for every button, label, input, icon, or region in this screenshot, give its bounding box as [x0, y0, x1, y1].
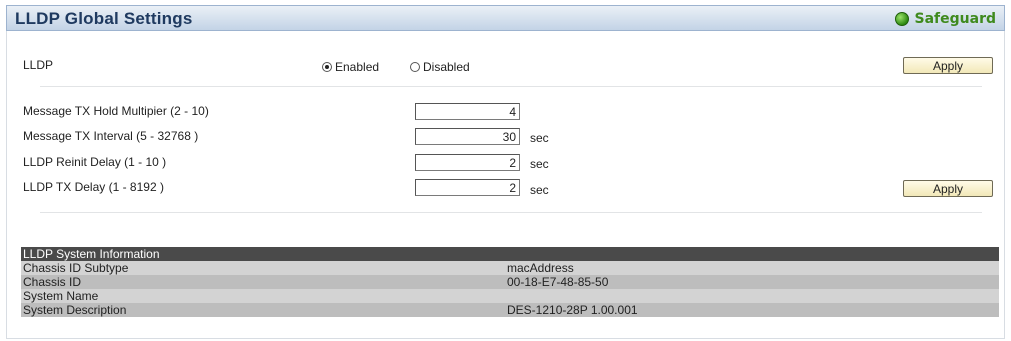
page-header: LLDP Global Settings Safeguard	[6, 5, 1005, 31]
reinit-delay-label: LLDP Reinit Delay (1 - 10 )	[23, 155, 167, 169]
page-title: LLDP Global Settings	[15, 9, 193, 28]
lldp-disabled-label: Disabled	[423, 60, 470, 74]
safeguard-label: Safeguard	[914, 11, 996, 27]
lldp-enabled-radio[interactable]: Enabled	[322, 60, 379, 74]
safeguard-indicator: Safeguard	[894, 10, 996, 28]
table-row: System Name	[21, 289, 999, 303]
lldp-enabled-label: Enabled	[335, 60, 380, 74]
tx-interval-label: Message TX Interval (5 - 32768 )	[23, 129, 199, 143]
reinit-delay-unit: sec	[530, 157, 549, 171]
system-info-table: LLDP System Information Chassis ID Subty…	[21, 247, 999, 317]
tx-hold-multiplier-label: Message TX Hold Multipier (2 - 10)	[23, 104, 209, 118]
tx-delay-label: LLDP TX Delay (1 - 8192 )	[23, 180, 164, 194]
table-cell-key: System Description	[23, 303, 127, 317]
tx-delay-input[interactable]	[415, 179, 520, 196]
tx-hold-multiplier-input[interactable]	[415, 103, 520, 120]
tx-interval-unit: sec	[530, 131, 549, 145]
settings-apply-button[interactable]: Apply	[903, 180, 993, 197]
table-cell-key: System Name	[23, 289, 99, 303]
tx-interval-input[interactable]	[415, 128, 520, 145]
divider	[40, 212, 982, 213]
system-info-header: LLDP System Information	[21, 247, 999, 261]
lldp-state-label: LLDP	[23, 58, 54, 72]
tx-delay-unit: sec	[530, 183, 549, 197]
safeguard-status-icon	[894, 12, 909, 26]
lldp-state-apply-button[interactable]: Apply	[903, 57, 993, 74]
table-row: Chassis ID Subtype macAddress	[21, 261, 999, 275]
lldp-disabled-radio[interactable]: Disabled	[410, 60, 470, 74]
table-row: System Description DES-1210-28P 1.00.001	[21, 303, 999, 317]
table-cell-key: Chassis ID Subtype	[23, 261, 129, 275]
radio-checked-icon[interactable]	[322, 62, 332, 72]
radio-unchecked-icon[interactable]	[410, 62, 420, 72]
table-cell-value: 00-18-E7-48-85-50	[507, 275, 609, 289]
table-cell-key: Chassis ID	[23, 275, 82, 289]
table-cell-value: macAddress	[507, 261, 574, 275]
table-row: Chassis ID 00-18-E7-48-85-50	[21, 275, 999, 289]
divider	[40, 86, 982, 87]
table-cell-value: DES-1210-28P 1.00.001	[507, 303, 638, 317]
reinit-delay-input[interactable]	[415, 154, 520, 171]
